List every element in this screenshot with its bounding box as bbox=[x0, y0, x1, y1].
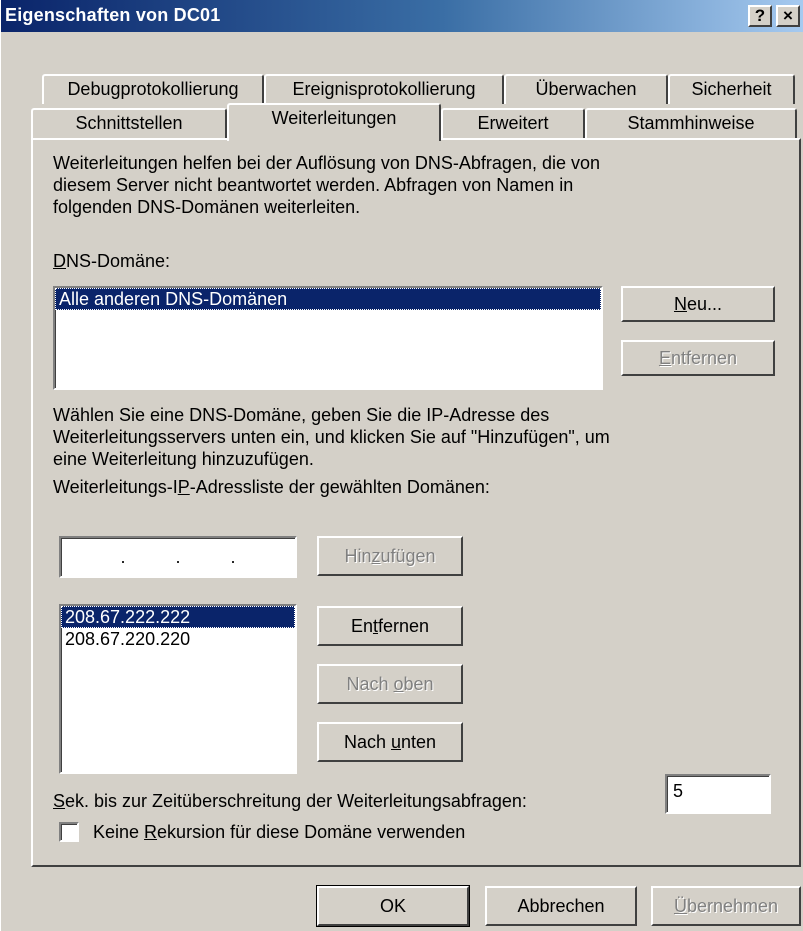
close-button[interactable]: × bbox=[776, 5, 800, 27]
forwarder-ip-list[interactable]: 208.67.222.222 208.67.220.220 bbox=[59, 604, 297, 774]
intro-line-1: Weiterleitungen helfen bei der Auflösung… bbox=[53, 153, 601, 173]
list-item[interactable]: 208.67.220.220 bbox=[61, 628, 295, 650]
help-line-1: Wählen Sie eine DNS-Domäne, geben Sie di… bbox=[53, 405, 550, 425]
tab-ueberwachen[interactable]: Überwachen bbox=[504, 74, 668, 104]
cancel-button[interactable]: Abbrechen bbox=[485, 886, 637, 926]
remove-ip-button[interactable]: Entfernen bbox=[317, 606, 463, 646]
ip-list-label: Weiterleitungs-IP-Adressliste der gewähl… bbox=[53, 477, 490, 497]
properties-dialog: Eigenschaften von DC01 ? × Debugprotokol… bbox=[0, 0, 803, 931]
help-line-2: Weiterleitungsservers unten ein, und kli… bbox=[53, 427, 610, 447]
tab-weiterleitungen[interactable]: Weiterleitungen bbox=[227, 103, 441, 141]
ok-button[interactable]: OK bbox=[316, 885, 470, 927]
dns-domain-label: DNS-Domäne: bbox=[53, 251, 171, 271]
move-down-button[interactable]: Nach unten bbox=[317, 722, 463, 762]
window-title: Eigenschaften von DC01 bbox=[5, 5, 221, 25]
add-ip-button[interactable]: Hinzufügen bbox=[317, 536, 463, 576]
remove-domain-button[interactable]: Entfernen bbox=[621, 340, 775, 376]
list-item[interactable]: 208.67.222.222 bbox=[61, 606, 295, 628]
tab-ereignisprotokollierung[interactable]: Ereignisprotokollierung bbox=[264, 74, 504, 104]
tab-stammhinweise[interactable]: Stammhinweise bbox=[585, 108, 797, 138]
help-button[interactable]: ? bbox=[748, 5, 772, 27]
no-recursion-label: Keine Rekursion für diese Domäne verwend… bbox=[93, 822, 466, 842]
help-line-3: eine Weiterleitung hinzuzufügen. bbox=[53, 449, 314, 469]
dns-domain-list[interactable]: Alle anderen DNS-Domänen bbox=[53, 286, 603, 390]
title-bar[interactable]: Eigenschaften von DC01 ? × bbox=[1, 0, 803, 32]
move-up-button[interactable]: Nach oben bbox=[317, 664, 463, 704]
tab-sicherheit[interactable]: Sicherheit bbox=[668, 74, 795, 104]
timeout-label: Sek. bis zur Zeitüberschreitung der Weit… bbox=[53, 791, 527, 811]
timeout-input[interactable]: 5 bbox=[665, 774, 771, 814]
ip-address-dots: . . . bbox=[120, 547, 236, 567]
intro-line-2: diesem Server nicht beantwortet werden. … bbox=[53, 175, 574, 195]
tab-erweitert[interactable]: Erweitert bbox=[441, 108, 585, 138]
list-item[interactable]: Alle anderen DNS-Domänen bbox=[55, 288, 601, 310]
ip-address-input[interactable]: . . . bbox=[59, 536, 297, 578]
tab-debugprotokollierung[interactable]: Debugprotokollierung bbox=[42, 74, 264, 104]
apply-button[interactable]: Übernehmen bbox=[651, 886, 801, 926]
tab-schnittstellen[interactable]: Schnittstellen bbox=[31, 108, 227, 138]
new-domain-button[interactable]: Neu... bbox=[621, 286, 775, 322]
no-recursion-checkbox[interactable] bbox=[59, 822, 79, 842]
intro-line-3: folgenden DNS-Domänen weiterleiten. bbox=[53, 197, 361, 217]
